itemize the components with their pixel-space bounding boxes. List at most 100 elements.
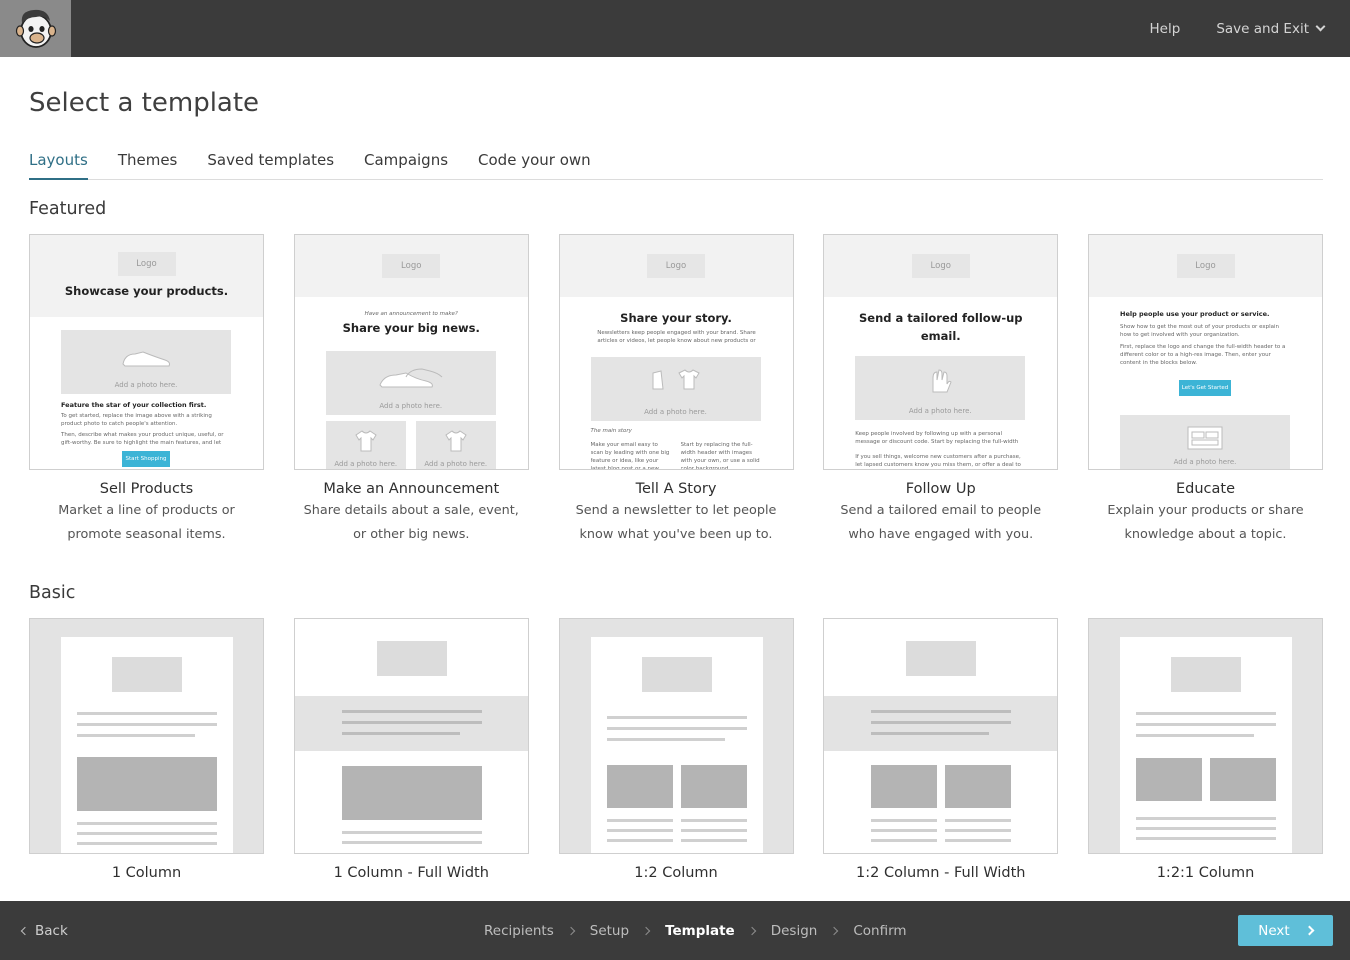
thumb-header	[30, 235, 263, 317]
tab-layouts[interactable]: Layouts	[29, 151, 88, 180]
step-setup[interactable]: Setup	[590, 923, 629, 939]
sneakers-icon	[379, 368, 443, 388]
back-label: Back	[35, 922, 68, 939]
thumb-photo-placeholder-right: Add a photo here.	[415, 421, 496, 469]
chevron-down-icon	[1315, 21, 1326, 32]
chevron-left-icon	[20, 926, 30, 935]
basic-heading: Basic	[29, 583, 76, 603]
thumb-column-left: Make your email easy to scan by leading …	[590, 442, 670, 469]
template-card-tell-a-story[interactable]: Logo Share your story. Newsletters keep …	[558, 234, 794, 547]
thumb-photo-label: Add a photo here.	[1173, 458, 1237, 466]
template-thumbnail[interactable]: Logo Help people use your product or ser…	[1088, 234, 1323, 470]
next-button[interactable]: Next	[1238, 915, 1333, 946]
step-recipients[interactable]: Recipients	[484, 923, 554, 939]
shoe-icon	[122, 351, 170, 367]
chevron-right-icon	[566, 926, 576, 935]
chevron-right-icon	[830, 926, 839, 935]
thumb-photo-label: Add a photo here.	[644, 408, 707, 416]
template-thumbnail[interactable]	[823, 618, 1059, 854]
chevron-right-icon	[1304, 925, 1315, 936]
template-title: 1 Column	[111, 865, 182, 881]
template-card-1-2-column-full-width[interactable]: 1:2 Column - Full Width	[823, 618, 1059, 881]
thumb-subheading: Feature the star of your collection firs…	[61, 401, 207, 409]
back-button[interactable]: Back	[20, 901, 68, 960]
template-title: 1:2 Column - Full Width	[856, 865, 1026, 881]
template-description: Send a tailored email to people who have…	[840, 503, 1042, 542]
template-card-1-column[interactable]: 1 Column	[29, 618, 264, 881]
template-title: Make an Announcement	[323, 481, 500, 497]
mailchimp-logo-icon[interactable]	[0, 0, 71, 57]
thumb-photo-placeholder: Add a photo here.	[590, 357, 761, 421]
thumb-photo-label: Add a photo here.	[334, 460, 398, 468]
template-tabs: Layouts Themes Saved templates Campaigns…	[29, 151, 1323, 180]
template-thumbnail[interactable]: Logo Have an announcement to make? Share…	[293, 234, 529, 470]
template-description: Market a line of products or promote sea…	[58, 503, 235, 542]
thumb-kicker: Have an announcement to make?	[364, 311, 458, 317]
template-title: 1 Column - Full Width	[333, 865, 489, 881]
template-title: 1:2 Column	[634, 865, 718, 881]
thumb-body: To get started, replace the image above …	[61, 413, 212, 427]
campaign-steps: Recipients Setup Template Design Confirm	[484, 901, 907, 960]
step-confirm[interactable]: Confirm	[853, 923, 906, 939]
help-link[interactable]: Help	[1150, 21, 1181, 37]
template-title: 1:2:1 Column	[1156, 865, 1255, 881]
template-thumbnail[interactable]: Logo Share your story. Newsletters keep …	[558, 234, 794, 470]
thumb-heading: Share your big news.	[342, 321, 480, 335]
tshirt-icon	[355, 430, 377, 452]
featured-heading: Featured	[29, 199, 107, 219]
template-card-make-an-announcement[interactable]: Logo Have an announcement to make? Share…	[293, 234, 529, 547]
page-title: Select a template	[29, 88, 260, 118]
template-thumbnail[interactable]: Logo Showcase your products. Add a photo…	[29, 234, 264, 470]
thumb-photo-label: Add a photo here.	[424, 460, 488, 468]
thumb-photo-label: Add a photo here.	[908, 407, 972, 415]
thumb-heading: Help people use your product or service.	[1120, 310, 1270, 318]
template-title: Educate	[1175, 481, 1236, 497]
thumb-photo-placeholder: Add a photo here.	[61, 330, 231, 394]
template-card-1-2-1-column[interactable]: 1:2:1 Column	[1088, 618, 1323, 881]
thumb-logo: Logo	[647, 254, 705, 278]
thumb-column-right: Start by replacing the full-width header…	[680, 442, 760, 469]
save-and-exit-menu[interactable]: Save and Exit	[1216, 20, 1326, 37]
chevron-right-icon	[747, 926, 756, 935]
thumb-body-2: First, replace the logo and change the f…	[1120, 344, 1286, 366]
thumb-photo-label: Add a photo here.	[379, 402, 443, 410]
template-title: Tell A Story	[635, 481, 717, 497]
template-card-follow-up[interactable]: Logo Send a tailored follow-up email. Ad…	[823, 234, 1059, 547]
step-template[interactable]: Template	[665, 923, 735, 939]
template-card-sell-products[interactable]: Logo Showcase your products. Add a photo…	[29, 234, 264, 547]
thumb-subheading: The main story	[590, 428, 632, 434]
template-thumbnail[interactable]	[1088, 618, 1323, 854]
browser-window-icon	[1187, 426, 1223, 450]
template-card-educate[interactable]: Logo Help people use your product or ser…	[1088, 234, 1323, 547]
tab-campaigns[interactable]: Campaigns	[364, 151, 448, 180]
tab-code-your-own[interactable]: Code your own	[478, 151, 591, 180]
thumb-body: Show how to get the most out of your pro…	[1120, 324, 1280, 338]
thumb-body: Newsletters keep people engaged with you…	[597, 330, 756, 344]
thumb-logo: Logo	[382, 254, 441, 278]
template-title: Sell Products	[99, 481, 194, 497]
save-and-exit-label: Save and Exit	[1216, 20, 1309, 37]
step-design[interactable]: Design	[771, 923, 818, 939]
template-thumbnail[interactable]	[29, 618, 264, 854]
template-description: Send a newsletter to let people know wha…	[575, 503, 777, 542]
thumb-heading: Showcase your products.	[64, 284, 229, 298]
tshirt-icon	[445, 430, 467, 452]
template-thumbnail[interactable]: Logo Send a tailored follow-up email. Ad…	[823, 234, 1059, 470]
thumb-shop-button: Start Shopping	[122, 451, 170, 467]
bottom-bar: Back Recipients Setup Template Design Co…	[0, 901, 1350, 960]
thumb-logo: Logo	[911, 254, 970, 278]
thumb-get-started-button: Let's Get Started	[1179, 380, 1231, 396]
template-thumbnail[interactable]	[293, 618, 529, 854]
basic-grid: 1 Column 1 Column - Full Width 1:2 Colum…	[29, 618, 1323, 881]
template-card-1-column-full-width[interactable]: 1 Column - Full Width	[293, 618, 529, 881]
thumb-body-2: Then, describe what makes your product u…	[61, 432, 224, 446]
tab-saved-templates[interactable]: Saved templates	[207, 151, 334, 180]
thumb-photo-placeholder: Add a photo here.	[325, 351, 496, 415]
clothing-icon	[652, 369, 700, 390]
glove-icon	[932, 369, 952, 393]
template-thumbnail[interactable]	[558, 618, 794, 854]
tab-themes[interactable]: Themes	[118, 151, 178, 180]
featured-grid: Logo Showcase your products. Add a photo…	[29, 234, 1323, 547]
template-card-1-2-column[interactable]: 1:2 Column	[558, 618, 794, 881]
template-title: Follow Up	[905, 481, 976, 497]
